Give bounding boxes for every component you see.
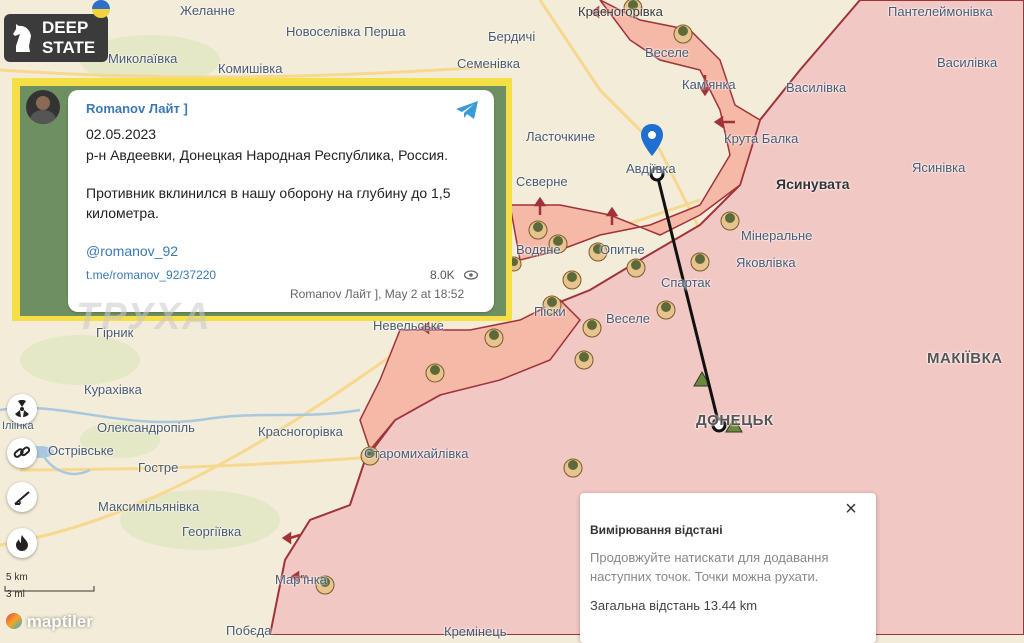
town-label: Красногорівка — [258, 424, 343, 439]
town-label: ДОНЕЦЬК — [696, 412, 774, 429]
town-label: Опитне — [600, 242, 645, 257]
town-label: Мар'їнка — [275, 572, 327, 587]
town-label: МАКІЇВКА — [927, 350, 1003, 367]
scale-label-km: 5 km — [6, 572, 28, 583]
link-icon[interactable] — [7, 438, 37, 468]
town-label: Веселе — [645, 45, 690, 60]
close-icon[interactable]: × — [840, 498, 862, 520]
town-label: Сєверне — [516, 174, 568, 189]
town-label: Гостре — [138, 460, 179, 475]
town-label: Красногорівка — [578, 4, 663, 19]
town-label: Ясинувата — [776, 176, 850, 192]
post-link[interactable]: t.me/romanov_92/37220 — [86, 268, 216, 282]
town-label: Желанне — [180, 3, 236, 18]
town-label: Максимільянівка — [98, 499, 200, 514]
town-label: Пантелеймонівка — [888, 4, 993, 19]
town-label: Спартак — [661, 275, 711, 290]
town-label: Піски — [534, 304, 566, 319]
maptiler-logo-icon — [6, 613, 22, 629]
post-footer: Romanov Лайт ], May 2 at 18:52 — [290, 287, 465, 301]
town-label: Курахівка — [84, 382, 142, 397]
town-label: Авдіївка — [626, 161, 676, 176]
knight-icon — [13, 24, 31, 52]
eye-icon — [464, 270, 478, 280]
town-label: Мінеральне — [741, 228, 813, 243]
post-location: р-н Авдеевки, Донецкая Народная Республи… — [86, 147, 448, 163]
town-label: Ясинівка — [912, 160, 966, 175]
town-label: Ласточкине — [526, 129, 596, 144]
post-date: 02.05.2023 — [86, 126, 157, 142]
town-label: Веселе — [606, 311, 651, 326]
post-author[interactable]: Romanov Лайт ] — [86, 101, 188, 116]
watermark: ТРУХА — [76, 296, 212, 338]
deepstate-logo[interactable]: DEEP STATE — [4, 14, 108, 62]
distance-hint: Продовжуйте натискати для додавання наст… — [590, 550, 829, 584]
brand-name: DEEP STATE — [42, 18, 96, 57]
town-label: Бердичі — [488, 29, 536, 44]
post-views: 8.0K — [430, 268, 455, 282]
scale-label-mi: 3 mi — [6, 589, 25, 600]
town-label: Кремінець — [444, 624, 507, 639]
post-body: Противник вклинился в нашу оборону на гл… — [86, 185, 451, 221]
town-label: Водяне — [516, 242, 561, 257]
town-label: Яковлівка — [736, 255, 796, 270]
avatar — [26, 90, 60, 124]
location-pin-icon[interactable] — [641, 124, 663, 156]
town-label: Олександропіль — [97, 420, 195, 435]
town-label: Георгіївка — [182, 524, 242, 539]
fire-icon[interactable] — [7, 528, 37, 558]
town-label: Острівське — [48, 443, 114, 458]
town-label: Новоселівка Перша — [286, 24, 406, 39]
town-label: Миколаївка — [108, 51, 178, 66]
distance-total: Загальна відстань 13.44 km — [590, 598, 758, 613]
post-handle[interactable]: @romanov_92 — [86, 243, 178, 259]
ukraine-flag-icon — [92, 0, 110, 18]
town-label: Василівка — [937, 55, 998, 70]
distance-title: Вимірювання відстані — [590, 523, 723, 537]
town-label: Комишівка — [218, 61, 283, 76]
town-label: Василівка — [786, 80, 847, 95]
town-label: Побєда — [226, 623, 272, 638]
telegram-icon — [456, 101, 478, 119]
measure-icon[interactable] — [7, 482, 37, 512]
town-label: Семенівка — [457, 56, 520, 71]
radiation-icon[interactable] — [7, 394, 37, 424]
town-label: Старомихайлівка — [364, 446, 469, 461]
map-attribution[interactable]: maptiler — [6, 612, 93, 632]
town-label: Кам'янка — [682, 77, 736, 92]
town-label: Крута Балка — [724, 131, 799, 146]
